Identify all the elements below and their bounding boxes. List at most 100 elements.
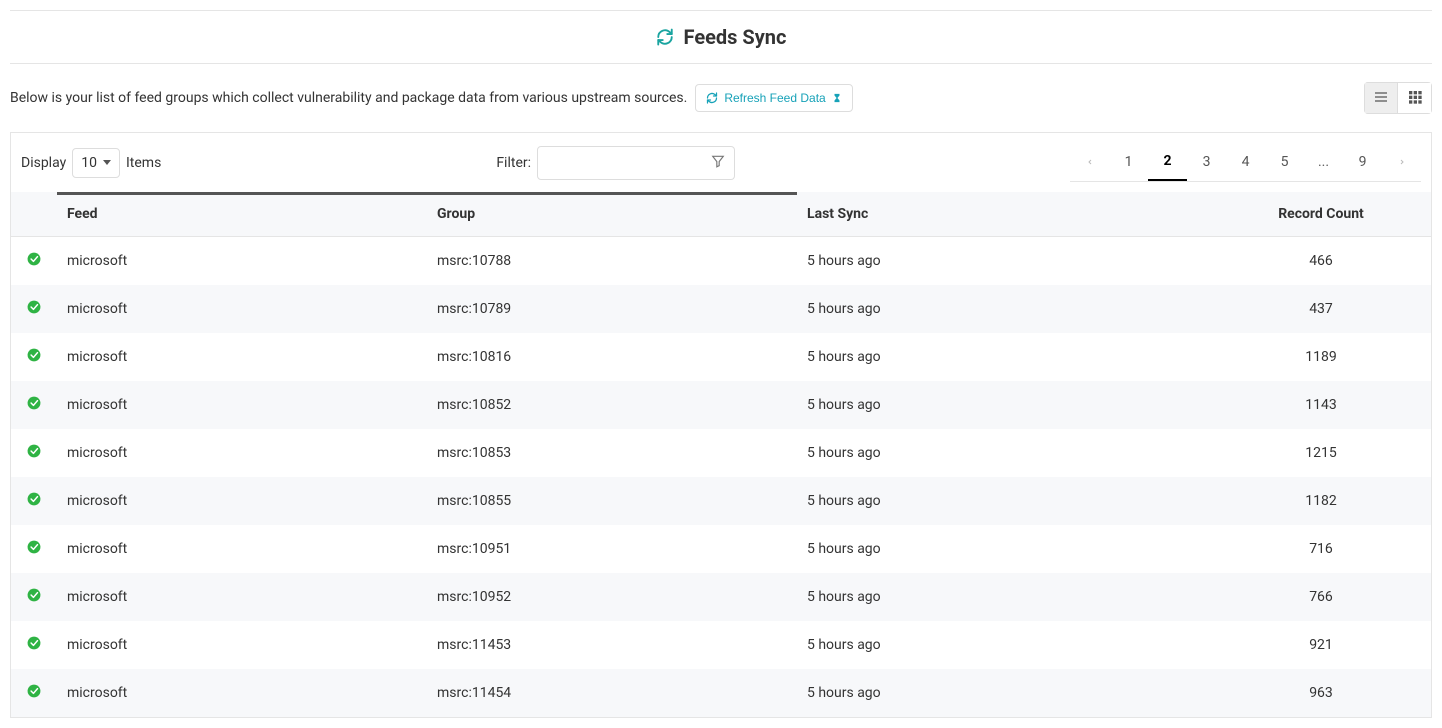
display-label: Display xyxy=(21,155,66,171)
table-row[interactable]: microsoftmsrc:108165 hours ago1189 xyxy=(11,333,1431,381)
status-ok-icon xyxy=(27,492,41,506)
status-ok-icon xyxy=(27,300,41,314)
filter-label: Filter: xyxy=(496,155,531,171)
page-...: ... xyxy=(1304,143,1343,181)
display-value: 10 xyxy=(81,155,97,171)
cell-group: msrc:10852 xyxy=(427,381,797,429)
cell-group: msrc:10788 xyxy=(427,237,797,286)
cell-lastsync: 5 hours ago xyxy=(797,621,1211,669)
table-row[interactable]: microsoftmsrc:108525 hours ago1143 xyxy=(11,381,1431,429)
view-grid-button[interactable] xyxy=(1398,82,1432,114)
cell-feed: microsoft xyxy=(57,381,427,429)
cell-count: 716 xyxy=(1211,525,1431,573)
page-prev[interactable] xyxy=(1070,143,1109,181)
cell-group: msrc:10789 xyxy=(427,285,797,333)
page-4[interactable]: 4 xyxy=(1226,143,1265,181)
cell-count: 766 xyxy=(1211,573,1431,621)
cell-feed: microsoft xyxy=(57,525,427,573)
pagination: 12345...9 xyxy=(1070,143,1421,182)
status-ok-icon xyxy=(27,444,41,458)
page-next[interactable] xyxy=(1382,143,1421,181)
cell-feed: microsoft xyxy=(57,621,427,669)
col-count-header[interactable]: Record Count xyxy=(1211,192,1431,237)
cell-lastsync: 5 hours ago xyxy=(797,477,1211,525)
filter-icon xyxy=(711,154,725,171)
table-row[interactable]: microsoftmsrc:114535 hours ago921 xyxy=(11,621,1431,669)
cell-count: 466 xyxy=(1211,237,1431,286)
table-row[interactable]: microsoftmsrc:114545 hours ago963 xyxy=(11,669,1431,717)
page-header: Feeds Sync xyxy=(10,10,1432,64)
cell-count: 963 xyxy=(1211,669,1431,717)
status-ok-icon xyxy=(27,588,41,602)
status-ok-icon xyxy=(27,348,41,362)
page-5[interactable]: 5 xyxy=(1265,143,1304,181)
cell-count: 1215 xyxy=(1211,429,1431,477)
cell-group: msrc:11453 xyxy=(427,621,797,669)
cell-feed: microsoft xyxy=(57,285,427,333)
hourglass-icon xyxy=(832,92,842,104)
table-row[interactable]: microsoftmsrc:107885 hours ago466 xyxy=(11,237,1431,286)
table-row[interactable]: microsoftmsrc:109515 hours ago716 xyxy=(11,525,1431,573)
cell-feed: microsoft xyxy=(57,477,427,525)
cell-count: 921 xyxy=(1211,621,1431,669)
cell-group: msrc:10855 xyxy=(427,477,797,525)
table-row[interactable]: microsoftmsrc:107895 hours ago437 xyxy=(11,285,1431,333)
status-ok-icon xyxy=(27,540,41,554)
status-ok-icon xyxy=(27,396,41,410)
col-lastsync-header[interactable]: Last Sync xyxy=(797,192,1211,237)
cell-lastsync: 5 hours ago xyxy=(797,333,1211,381)
display-select[interactable]: 10 xyxy=(72,148,120,178)
page-9[interactable]: 9 xyxy=(1343,143,1382,181)
cell-lastsync: 5 hours ago xyxy=(797,381,1211,429)
cell-feed: microsoft xyxy=(57,237,427,286)
toolbar: Display 10 Items Filter: 12345...9 xyxy=(10,132,1432,192)
col-group-header[interactable]: Group xyxy=(427,192,797,237)
status-ok-icon xyxy=(27,252,41,266)
cell-feed: microsoft xyxy=(57,669,427,717)
feeds-table: Feed Group Last Sync Record Count micros… xyxy=(11,192,1431,717)
cell-lastsync: 5 hours ago xyxy=(797,237,1211,286)
cell-lastsync: 5 hours ago xyxy=(797,669,1211,717)
refresh-icon xyxy=(706,92,718,104)
cell-feed: microsoft xyxy=(57,429,427,477)
cell-lastsync: 5 hours ago xyxy=(797,429,1211,477)
status-ok-icon xyxy=(27,684,41,698)
page-2[interactable]: 2 xyxy=(1148,143,1187,181)
cell-group: msrc:10952 xyxy=(427,573,797,621)
sync-icon xyxy=(656,28,674,46)
caret-down-icon xyxy=(103,160,111,165)
subheader: Below is your list of feed groups which … xyxy=(10,82,1432,114)
view-toggle xyxy=(1364,82,1432,114)
cell-count: 1189 xyxy=(1211,333,1431,381)
grid-icon xyxy=(1407,89,1423,108)
feeds-table-wrap: Feed Group Last Sync Record Count micros… xyxy=(10,192,1432,718)
page-1[interactable]: 1 xyxy=(1109,143,1148,181)
cell-feed: microsoft xyxy=(57,333,427,381)
display-suffix: Items xyxy=(126,155,161,171)
cell-count: 437 xyxy=(1211,285,1431,333)
table-row[interactable]: microsoftmsrc:108555 hours ago1182 xyxy=(11,477,1431,525)
subheader-description: Below is your list of feed groups which … xyxy=(10,90,687,106)
cell-group: msrc:10951 xyxy=(427,525,797,573)
cell-count: 1143 xyxy=(1211,381,1431,429)
cell-group: msrc:10853 xyxy=(427,429,797,477)
list-icon xyxy=(1373,89,1389,108)
cell-lastsync: 5 hours ago xyxy=(797,573,1211,621)
table-row[interactable]: microsoftmsrc:108535 hours ago1215 xyxy=(11,429,1431,477)
cell-feed: microsoft xyxy=(57,573,427,621)
cell-lastsync: 5 hours ago xyxy=(797,525,1211,573)
col-status-header xyxy=(11,192,57,237)
status-ok-icon xyxy=(27,636,41,650)
cell-group: msrc:11454 xyxy=(427,669,797,717)
page-3[interactable]: 3 xyxy=(1187,143,1226,181)
refresh-label: Refresh Feed Data xyxy=(724,91,825,105)
cell-lastsync: 5 hours ago xyxy=(797,285,1211,333)
table-row[interactable]: microsoftmsrc:109525 hours ago766 xyxy=(11,573,1431,621)
cell-count: 1182 xyxy=(1211,477,1431,525)
refresh-feed-button[interactable]: Refresh Feed Data xyxy=(695,84,852,112)
filter-input[interactable] xyxy=(537,146,707,180)
col-feed-header[interactable]: Feed xyxy=(57,192,427,237)
cell-group: msrc:10816 xyxy=(427,333,797,381)
view-list-button[interactable] xyxy=(1364,82,1398,114)
filter-button[interactable] xyxy=(701,146,735,180)
